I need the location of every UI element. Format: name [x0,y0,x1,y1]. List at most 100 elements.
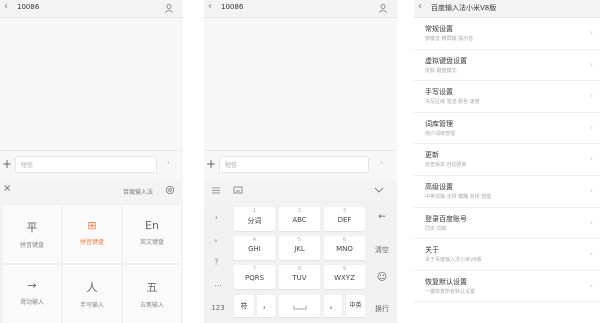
mode-icon: → [27,279,37,292]
screenshot-collage: ‹ 10086 + 短信 › × 百度输入法 平 拼音键盘 ⊞ 拼音键盘 En [0,0,600,323]
item-subtitle: 同步 词库 [425,225,447,232]
keyboard-mode-bar: × 百度输入法 [0,180,183,201]
space-key[interactable] [279,295,320,317]
settings-item-handwriting[interactable]: 手写设置 书写区域 笔迹 颜色 速度 › [414,81,600,113]
key-9[interactable]: 9 WXYZ [324,265,365,289]
key-number: 4 [252,237,257,243]
key-number: 6 [342,237,347,243]
punct-key[interactable]: … [209,280,227,288]
settings-item-dictionary[interactable]: 词库管理 用户词库管理 › [414,113,600,145]
item-subtitle: 书写区域 笔迹 颜色 速度 [425,99,480,106]
chevron-right-icon: › [589,154,593,164]
mode-icon: 平 [26,221,38,234]
title-bar: ‹ 10086 [204,0,397,18]
conversation-title: 10086 [17,3,40,11]
key-number: 8 [297,266,302,272]
symbol-key[interactable]: 符 [234,295,254,317]
send-icon[interactable]: › [167,158,170,167]
mode-swipe[interactable]: → 滑动输入 [3,265,61,323]
key-5[interactable]: 5 JKL [279,236,320,260]
key-letters: ABC [292,216,307,224]
title-bar: ‹ 百度输入法小米V8版 [414,0,600,18]
comma-key[interactable]: ， [257,295,275,317]
screen-ime-settings: ‹ 百度输入法小米V8版 常规设置 按键音 横屏键 提示音 › 虚拟键盘设置 皮肤 键… [414,0,600,323]
key-letters: TUV [292,274,307,282]
item-title: 词库管理 [425,119,453,128]
back-icon[interactable]: ‹ [418,1,422,12]
conversation-title: 10086 [221,3,244,11]
key-6[interactable]: 6 MNO [324,236,365,260]
add-attachment-icon[interactable]: + [206,157,216,171]
back-icon[interactable]: ‹ [4,1,8,12]
item-title: 手写设置 [425,88,453,97]
lang-switch-key[interactable]: 中英 [346,295,365,317]
chevron-right-icon: › [589,249,593,259]
settings-item-general[interactable]: 常规设置 按键音 横屏键 提示音 › [414,18,600,50]
key-letters: WXYZ [334,274,355,282]
settings-item-update[interactable]: 更新 检查版本 自动更新 › [414,144,600,176]
punct-key[interactable]: ？ [209,257,227,267]
mode-wubi[interactable]: 五 五笔输入 [123,265,181,323]
item-subtitle: 中英混输 全拼 模糊 双拼 智能 [425,193,492,200]
punct-key[interactable]: ， [209,211,227,221]
item-subtitle: 检查版本 自动更新 [425,162,467,169]
settings-item-about[interactable]: 关于 关于百度输入法小米V8版 › [414,239,600,271]
title-bar: ‹ 10086 [0,0,183,18]
settings-item-reset[interactable]: 恢复默认设置 一键恢复所有默认设置 › [414,271,600,303]
item-subtitle: 一键恢复所有默认设置 [425,288,476,295]
mode-pinyin-grid[interactable]: ⊞ 拼音键盘 [63,205,121,263]
send-icon[interactable]: › [380,158,383,167]
keyboard-toolbar [204,180,397,201]
chevron-right-icon: › [589,59,593,69]
message-input[interactable]: 短信 [219,156,369,173]
gear-icon[interactable] [165,185,175,195]
key-4[interactable]: 4 GHI [234,236,275,260]
punct-key[interactable]: 。 [209,234,227,244]
settings-item-login[interactable]: 登录百度账号 同步 词库 › [414,208,600,240]
key-2[interactable]: 2 ABC [279,207,320,231]
menu-icon[interactable] [211,186,221,195]
mode-handwriting[interactable]: 人 手写输入 [63,265,121,323]
key-7[interactable]: 7 PQRS [234,265,275,289]
message-composer: + 短信 › [204,150,397,179]
keyboard-icon[interactable] [233,185,243,195]
emoji-key[interactable]: ☺ [370,272,394,283]
key-3[interactable]: 3 DEF [324,207,365,231]
chevron-down-icon[interactable] [374,186,384,194]
message-input[interactable]: 短信 [15,156,157,173]
contact-icon[interactable] [378,3,388,13]
mode-icon: ⊞ [87,219,97,232]
chevron-right-icon: › [589,185,593,195]
chevron-right-icon: › [589,122,593,132]
item-title: 登录百度账号 [425,214,467,223]
key-letters: GHI [248,245,261,253]
key-letters: JKL [294,245,305,253]
key-number: 9 [342,266,347,272]
back-icon[interactable]: ‹ [208,1,212,12]
settings-item-virtual-keyboard[interactable]: 虚拟键盘设置 皮肤 键盘模式 › [414,50,600,82]
key-letters: DEF [337,216,352,224]
screen-keyboard-chooser: ‹ 10086 + 短信 › × 百度输入法 平 拼音键盘 ⊞ 拼音键盘 En [0,0,183,323]
add-attachment-icon[interactable]: + [2,157,12,171]
backspace-key[interactable]: ← [370,212,394,222]
enter-key[interactable]: 换行 [370,304,394,314]
clear-key[interactable]: 清空 [370,245,394,255]
settings-list: 常规设置 按键音 横屏键 提示音 › 虚拟键盘设置 皮肤 键盘模式 › 手写设置书写区域… [414,18,600,303]
key-8[interactable]: 8 TUV [279,265,320,289]
numbers-key[interactable]: 123 [209,304,227,312]
key-1[interactable]: 1 分词 [234,207,275,231]
contact-icon[interactable] [164,3,174,13]
mode-label: 英文键盘 [139,239,164,246]
chevron-right-icon: › [589,280,593,290]
message-composer: + 短信 › [0,150,183,179]
key-number: 2 [297,208,302,214]
settings-title: 百度输入法小米V8版 [431,4,497,12]
close-icon[interactable]: × [3,183,11,194]
mode-english[interactable]: En 英文键盘 [123,205,181,263]
settings-item-advanced[interactable]: 高级设置 中英混输 全拼 模糊 双拼 智能 › [414,176,600,208]
mode-label: 拼音键盘 [79,239,104,246]
item-title: 关于 [425,246,439,255]
period-key[interactable]: 。 [324,295,342,317]
mode-pinyin-9key[interactable]: 平 拼音键盘 [3,205,61,263]
nine-key-pad: ， 。 ？ … 1 分词 2 ABC 3 DEF 4 GHI 5 JKL 6 MNO 7 PQ… [204,201,397,323]
